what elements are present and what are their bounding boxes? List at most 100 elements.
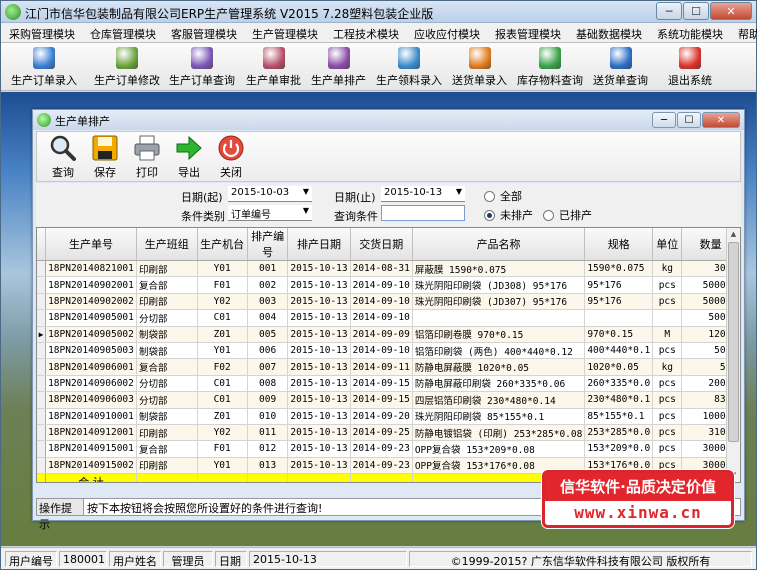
cell-schedule-no[interactable]: 007 — [247, 358, 289, 376]
scroll-up-icon[interactable]: ▲ — [727, 228, 740, 241]
cell-schedule-date[interactable]: 2015-10-13 — [287, 424, 351, 442]
close-form-button[interactable]: 关闭 — [211, 134, 251, 180]
cell-product-name[interactable]: 铝箔印刷卷膜 970*0.15 — [412, 326, 586, 343]
cell-spec[interactable]: 153*209*0.0 — [584, 440, 654, 458]
menu-system[interactable]: 系统功能模块 — [649, 23, 730, 42]
cell-schedule-date[interactable]: 2015-10-13 — [287, 342, 351, 360]
cell-delivery-date[interactable]: 2014-09-15 — [350, 375, 413, 393]
menu-production[interactable]: 生产管理模块 — [244, 23, 325, 42]
grid-vertical-scrollbar[interactable]: ▲ ▼ — [726, 228, 740, 482]
cell-schedule-date[interactable]: 2015-10-13 — [287, 293, 351, 311]
cell-schedule-no[interactable]: 002 — [247, 276, 289, 294]
cell-order-no[interactable]: 18PN20140905003 — [45, 342, 138, 360]
query-button[interactable]: 查询 — [43, 134, 83, 180]
delivery-query-button[interactable]: 送货单查询 — [593, 45, 648, 89]
cell-team[interactable]: 制袋部 — [136, 326, 198, 343]
approval-button[interactable]: 生产单审批 — [246, 45, 301, 89]
cell-schedule-date[interactable]: 2015-10-13 — [287, 391, 351, 409]
menu-purchase[interactable]: 采购管理模块 — [1, 23, 82, 42]
cell-machine[interactable]: F01 — [197, 276, 248, 294]
cell-product-name[interactable]: 四层铝箔印刷袋 230*480*0.14 — [412, 391, 586, 409]
cell-machine[interactable]: F01 — [197, 440, 248, 458]
order-query-button[interactable]: 生产订单查询 — [169, 45, 235, 89]
cell-machine[interactable]: C01 — [197, 309, 248, 327]
row-indicator[interactable] — [37, 408, 47, 425]
cell-spec[interactable]: 400*440*0.1 — [584, 342, 654, 360]
row-indicator[interactable] — [37, 260, 47, 278]
export-button[interactable]: 导出 — [169, 134, 209, 180]
cell-schedule-no[interactable]: 004 — [247, 309, 289, 327]
order-edit-button[interactable]: 生产订单修改 — [94, 45, 160, 89]
row-indicator[interactable] — [37, 375, 47, 393]
cell-team[interactable]: 印刷部 — [136, 260, 198, 278]
cell-schedule-date[interactable]: 2015-10-13 — [287, 358, 351, 376]
cell-order-no[interactable]: 18PN20140821001 — [45, 260, 138, 278]
cell-delivery-date[interactable]: 2014-08-31 — [350, 260, 413, 278]
table-row[interactable]: 18PN20140902001 复合部 F01 002 2015-10-13 2014-0… — [37, 276, 740, 294]
cell-product-name[interactable]: 防静电屏蔽印刷袋 260*335*0.06 — [412, 375, 586, 393]
menu-reports[interactable]: 报表管理模块 — [487, 23, 568, 42]
current-row-arrow-icon[interactable]: ▶ — [37, 326, 47, 343]
scroll-thumb[interactable] — [728, 242, 739, 442]
cell-unit[interactable]: pcs — [652, 375, 683, 393]
table-row[interactable]: 18PN20140906003 分切部 C01 009 2015-10-13 2014-0… — [37, 391, 740, 409]
cell-schedule-no[interactable]: 009 — [247, 391, 289, 409]
table-row[interactable]: 18PN20140906002 分切部 C01 008 2015-10-13 2014-0… — [37, 375, 740, 393]
row-indicator[interactable] — [37, 457, 47, 475]
row-indicator[interactable] — [37, 391, 47, 409]
cell-spec[interactable]: 230*480*0.1 — [584, 391, 654, 409]
col-schedule-no[interactable]: 排产编号 — [247, 228, 289, 261]
menu-basic-data[interactable]: 基础数据模块 — [568, 23, 649, 42]
cell-spec[interactable]: 1590*0.075 — [584, 260, 654, 278]
col-product-name[interactable]: 产品名称 — [412, 228, 586, 261]
cell-order-no[interactable]: 18PN20140906001 — [45, 358, 138, 376]
cell-team[interactable]: 制袋部 — [136, 342, 198, 360]
cell-unit[interactable]: pcs — [652, 408, 683, 425]
table-row[interactable]: 18PN20140902002 印刷部 Y02 003 2015-10-13 2014-0… — [37, 293, 740, 311]
delivery-entry-button[interactable]: 送货单录入 — [452, 45, 507, 89]
table-row[interactable]: ▶ 18PN20140905002 制袋部 Z01 005 2015-10-13 2014-… — [37, 326, 740, 343]
cell-spec[interactable]: 970*0.15 — [584, 326, 654, 343]
cell-order-no[interactable]: 18PN20140902001 — [45, 276, 138, 294]
col-order-no[interactable]: 生产单号 — [45, 228, 138, 261]
cell-schedule-no[interactable]: 011 — [247, 424, 289, 442]
save-button[interactable]: 保存 — [85, 134, 125, 180]
cell-delivery-date[interactable]: 2014-09-25 — [350, 424, 413, 442]
cell-machine[interactable]: Y01 — [197, 260, 248, 278]
cell-delivery-date[interactable]: 2014-09-23 — [350, 457, 413, 475]
cell-delivery-date[interactable]: 2014-09-10 — [350, 293, 413, 311]
maximize-button[interactable]: ☐ — [683, 2, 709, 20]
menu-customer-service[interactable]: 客服管理模块 — [163, 23, 244, 42]
row-indicator[interactable] — [37, 424, 47, 442]
cell-schedule-date[interactable]: 2015-10-13 — [287, 375, 351, 393]
cell-team[interactable]: 分切部 — [136, 391, 198, 409]
cell-spec[interactable]: 95*176 — [584, 293, 654, 311]
cell-unit[interactable]: pcs — [652, 424, 683, 442]
cell-machine[interactable]: Z01 — [197, 408, 248, 425]
cell-team[interactable]: 分切部 — [136, 309, 198, 327]
cell-product-name[interactable]: 珠光阴阳印刷袋 (JD308) 95*176 — [412, 276, 586, 294]
cell-product-name[interactable]: OPP复合袋 153*209*0.08 — [412, 440, 586, 458]
cell-unit[interactable]: kg — [652, 358, 683, 376]
cell-unit[interactable]: kg — [652, 260, 683, 278]
row-indicator[interactable] — [37, 440, 47, 458]
scheduling-button[interactable]: 生产单排产 — [311, 45, 366, 89]
cell-schedule-no[interactable]: 008 — [247, 375, 289, 393]
row-indicator[interactable] — [37, 276, 47, 294]
close-button[interactable]: ✕ — [710, 2, 752, 20]
cell-unit[interactable]: pcs — [652, 293, 683, 311]
cell-schedule-no[interactable]: 006 — [247, 342, 289, 360]
cell-unit[interactable]: pcs — [652, 391, 683, 409]
cell-schedule-no[interactable]: 001 — [247, 260, 289, 278]
minimize-button[interactable]: ─ — [656, 2, 682, 20]
cell-product-name[interactable]: 屏蔽膜 1590*0.075 — [412, 260, 586, 278]
cell-machine[interactable]: Y01 — [197, 457, 248, 475]
col-team[interactable]: 生产班组 — [136, 228, 198, 261]
cell-spec[interactable]: 253*285*0.0 — [584, 424, 654, 442]
table-row[interactable]: 18PN20140912001 印刷部 Y02 011 2015-10-13 2014-0… — [37, 424, 740, 442]
cell-schedule-date[interactable]: 2015-10-13 — [287, 457, 351, 475]
radio-unscheduled[interactable]: 未排产 — [484, 207, 533, 223]
print-button[interactable]: 打印 — [127, 134, 167, 180]
cell-machine[interactable]: C01 — [197, 375, 248, 393]
cell-team[interactable]: 印刷部 — [136, 457, 198, 475]
